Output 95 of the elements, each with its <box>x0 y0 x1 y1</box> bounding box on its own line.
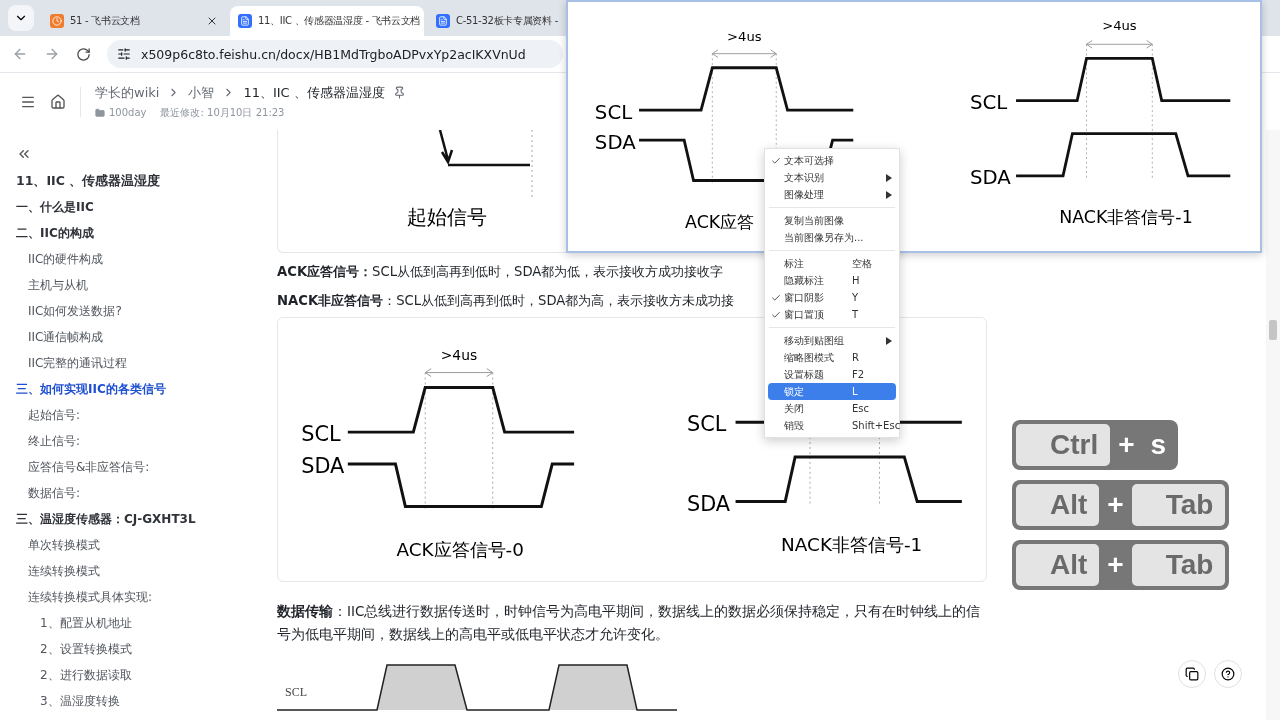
outline-item[interactable]: 终止信号: <box>28 428 81 454</box>
menu-item[interactable]: 复制当前图像 <box>768 212 896 229</box>
note-text: NACK非应答信号：SCL从低到高再到低时，SDA都为高，表示接收方未成功接 <box>277 291 735 310</box>
breadcrumb-link[interactable]: 小智 <box>188 83 215 102</box>
address-bar[interactable]: x509p6c8to.feishu.cn/docx/HB1MdTrgboADPvxYp2acIKXVnUd <box>107 40 563 68</box>
close-icon[interactable] <box>206 15 218 27</box>
back-icon[interactable] <box>12 46 28 62</box>
signal-label: SDA <box>970 166 1011 190</box>
document-icon <box>436 14 450 28</box>
note-text: ACK应答信号：SCL从低到高再到低时，SDA都为低，表示接收方成功接收字 <box>277 262 724 281</box>
copy-button[interactable] <box>1178 660 1206 688</box>
home-icon[interactable] <box>50 93 66 110</box>
tab-title: 11、IIC 、传感器温湿度 - 飞书云文档 <box>258 14 421 28</box>
breadcrumb-link[interactable]: 学长的wiki <box>95 83 160 102</box>
document-icon <box>238 14 252 28</box>
paragraph-text: 数据传输：IIC总线进行数据传送时，时钟信号为高电平期间，数据线上的数据必须保持稳定，只有在时钟线上的信号为低电平期间，数据线上的高电平或低电平状态才允许变化。 <box>277 602 982 644</box>
outline-item[interactable]: 连续转换模式 <box>28 558 100 584</box>
menu-item[interactable]: 文本识别 <box>768 169 896 186</box>
url-text: x509p6c8to.feishu.cn/docx/HB1MdTrgboADPvxYp2acIKXVnUd <box>141 46 526 62</box>
diagram-caption: NACK非答信号-1 <box>781 534 923 556</box>
outline-item[interactable]: 2、进行数据读取 <box>40 662 132 688</box>
keystroke-overlay: Alt + Tab <box>1012 540 1230 590</box>
outline-item[interactable]: 连续转换模式具体实现: <box>28 584 153 610</box>
outline-item[interactable]: 1、配置从机地址 <box>40 610 132 636</box>
menu-item[interactable]: 关闭 Esc <box>768 400 896 417</box>
pin-icon[interactable] <box>392 86 406 99</box>
diagram-caption: 起始信号 <box>407 205 487 229</box>
outline-item[interactable]: 三、如何实现IIC的各类信号 <box>16 376 166 402</box>
key-cap: Alt <box>1016 544 1100 586</box>
outline-item[interactable]: 数据信号: <box>28 480 81 506</box>
menu-item[interactable]: 窗口阴影 Y <box>768 289 896 306</box>
menu-item[interactable]: 缩略图模式 R <box>768 349 896 366</box>
outline-item[interactable]: 起始信号: <box>28 402 81 428</box>
signal-label: SDA <box>301 453 345 478</box>
keystroke-overlay: Ctrl + s <box>1012 420 1179 470</box>
clock-icon <box>50 14 64 28</box>
diagram-caption: NACK非答信号-1 <box>1059 206 1193 227</box>
tab-title: C-51-32板卡专属资料 - <box>456 14 558 28</box>
signal-label: SCL <box>686 412 727 437</box>
diagram-caption: ACK应答 <box>685 211 755 232</box>
site-settings-icon[interactable] <box>117 47 131 61</box>
dimension-arrow <box>711 49 777 58</box>
outline-item[interactable]: 三、温湿度传感器：CJ-GXHT3L <box>16 506 196 532</box>
outline-item[interactable]: IIC如何发送数据? <box>28 298 122 324</box>
dimension-arrow <box>424 368 494 378</box>
outline-item[interactable]: 二、IIC的构成 <box>16 220 94 246</box>
outline-item[interactable]: IIC的硬件构成 <box>28 246 104 272</box>
modified-time: 最近修改: 10月10日 21:23 <box>160 105 285 120</box>
diagram-caption: ACK应答信号-0 <box>396 539 524 561</box>
outline-item[interactable]: 单次转换模式 <box>28 532 100 558</box>
outline-item[interactable]: 主机与从机 <box>28 272 88 298</box>
outline-item[interactable]: IIC通信帧构成 <box>28 324 104 350</box>
folder-icon <box>95 107 105 118</box>
menu-item[interactable]: 锁定 L <box>768 383 896 400</box>
menu-item[interactable]: 标注 空格 <box>768 255 896 272</box>
breadcrumb-link[interactable]: 11、IIC 、传感器温湿度 <box>243 83 385 102</box>
copy-icon <box>1185 667 1199 681</box>
signal-label: SDA <box>686 491 731 516</box>
outline-item[interactable]: 一、什么是IIC <box>16 194 94 220</box>
key-cap: Tab <box>1131 544 1226 586</box>
menu-item[interactable]: 移动到贴图组 <box>768 332 896 349</box>
outline-title[interactable]: 11、IIC 、传感器温湿度 <box>16 168 161 194</box>
reload-icon[interactable] <box>76 46 91 62</box>
duration-label: >4us <box>727 29 762 45</box>
help-icon <box>1221 667 1235 681</box>
signal-label: SCL <box>301 422 341 447</box>
scrollbar[interactable] <box>1266 130 1280 720</box>
browser-tab[interactable]: C-51-32板卡专属资料 - <box>428 6 558 36</box>
signal-label: SCL <box>970 91 1008 115</box>
keystroke-overlay: Alt + Tab <box>1012 480 1230 530</box>
menu-item[interactable]: 当前图像另存为... <box>768 229 896 246</box>
duration-label: >4us <box>440 346 478 363</box>
signal-label: SCL <box>285 685 307 699</box>
outline-item[interactable]: IIC完整的通讯过程 <box>28 350 128 376</box>
tab-title: 51 - 飞书云文档 <box>70 14 141 28</box>
help-button[interactable] <box>1214 660 1242 688</box>
signal-label: SCL <box>594 100 633 124</box>
duration-label: >4us <box>1102 18 1137 34</box>
menu-item[interactable]: 隐藏标注 H <box>768 272 896 289</box>
folder-name: 100day <box>109 107 147 118</box>
dimension-arrow <box>1086 40 1153 49</box>
browser-tab[interactable]: 11、IIC 、传感器温湿度 - 飞书云文档 <box>230 6 424 36</box>
menu-item[interactable]: 文本可选择 <box>768 152 896 169</box>
tab-list-button[interactable] <box>8 5 34 31</box>
outline-item[interactable]: 3、温湿度转换 <box>40 688 120 714</box>
key-cap: Ctrl <box>1016 424 1111 466</box>
outline-item[interactable]: 2、设置转换模式 <box>40 636 132 662</box>
menu-item[interactable]: 图像处理 <box>768 186 896 203</box>
signal-label: SDA <box>594 130 636 154</box>
menu-item[interactable]: 窗口置顶 T <box>768 306 896 323</box>
key-cap: Alt <box>1016 484 1100 526</box>
outline-item[interactable]: 应答信号&非应答信号: <box>28 454 150 480</box>
key-cap: Tab <box>1131 484 1226 526</box>
menu-item[interactable]: 设置标题 F2 <box>768 366 896 383</box>
browser-tab[interactable]: 51 - 飞书云文档 <box>42 6 226 36</box>
